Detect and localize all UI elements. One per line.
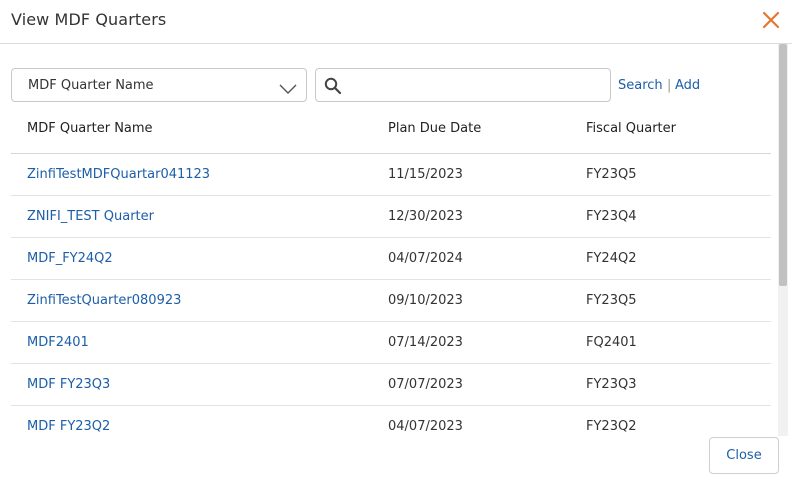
quarter-name-link[interactable]: MDF FY23Q3 <box>27 377 110 392</box>
fiscal-quarter: FY23Q5 <box>586 293 637 308</box>
fiscal-quarter: FY24Q2 <box>586 251 637 266</box>
search-link[interactable]: Search <box>618 78 663 93</box>
plan-due-date: 11/15/2023 <box>388 167 463 182</box>
dialog-title: View MDF Quarters <box>11 10 167 29</box>
plan-due-date: 07/07/2023 <box>388 377 463 392</box>
plan-due-date: 12/30/2023 <box>388 209 463 224</box>
search-box[interactable] <box>315 68 611 102</box>
plan-due-date: 07/14/2023 <box>388 335 463 350</box>
fiscal-quarter: FY23Q4 <box>586 209 637 224</box>
table-row: ZinfiTestQuarter080923 09/10/2023 FY23Q5 <box>11 280 771 322</box>
quarters-table: MDF Quarter Name Plan Due Date Fiscal Qu… <box>11 106 771 436</box>
close-x-icon[interactable] <box>762 11 780 29</box>
dialog-header: View MDF Quarters <box>0 0 792 44</box>
table-row: ZinfiTestMDFQuartar041123 11/15/2023 FY2… <box>11 154 771 196</box>
view-mdf-quarters-dialog: View MDF Quarters MDF Quarter Name Searc… <box>0 0 792 486</box>
fiscal-quarter: FY23Q2 <box>586 419 637 434</box>
search-icon <box>324 77 342 99</box>
quarter-name-link[interactable]: ZinfiTestMDFQuartar041123 <box>27 167 210 182</box>
search-input[interactable] <box>350 71 608 101</box>
quarter-name-link[interactable]: MDF FY23Q2 <box>27 419 110 434</box>
scrollbar-thumb[interactable] <box>779 44 787 286</box>
chevron-down-icon <box>279 80 297 99</box>
column-header-fiscal-quarter[interactable]: Fiscal Quarter <box>586 121 676 136</box>
quarter-name-link[interactable]: ZNIFI_TEST Quarter <box>27 209 154 224</box>
table-row: MDF FY23Q3 07/07/2023 FY23Q3 <box>11 364 771 406</box>
field-select[interactable]: MDF Quarter Name <box>11 68 307 102</box>
plan-due-date: 04/07/2023 <box>388 419 463 434</box>
close-button[interactable]: Close <box>709 437 779 474</box>
column-header-name[interactable]: MDF Quarter Name <box>27 121 153 136</box>
link-separator: | <box>667 78 672 93</box>
table-row: MDF FY23Q2 04/07/2023 FY23Q2 <box>11 406 771 436</box>
field-select-value: MDF Quarter Name <box>28 78 154 93</box>
table-header: MDF Quarter Name Plan Due Date Fiscal Qu… <box>11 106 771 154</box>
fiscal-quarter: FY23Q3 <box>586 377 637 392</box>
quarter-name-link[interactable]: MDF2401 <box>27 335 89 350</box>
quarter-name-link[interactable]: MDF_FY24Q2 <box>27 251 113 266</box>
plan-due-date: 09/10/2023 <box>388 293 463 308</box>
plan-due-date: 04/07/2024 <box>388 251 463 266</box>
table-row: MDF_FY24Q2 04/07/2024 FY24Q2 <box>11 238 771 280</box>
add-link[interactable]: Add <box>675 78 700 93</box>
table-row: MDF2401 07/14/2023 FQ2401 <box>11 322 771 364</box>
table-row: ZNIFI_TEST Quarter 12/30/2023 FY23Q4 <box>11 196 771 238</box>
fiscal-quarter: FY23Q5 <box>586 167 637 182</box>
column-header-plan-due-date[interactable]: Plan Due Date <box>388 121 481 136</box>
fiscal-quarter: FQ2401 <box>586 335 637 350</box>
quarter-name-link[interactable]: ZinfiTestQuarter080923 <box>27 293 181 308</box>
